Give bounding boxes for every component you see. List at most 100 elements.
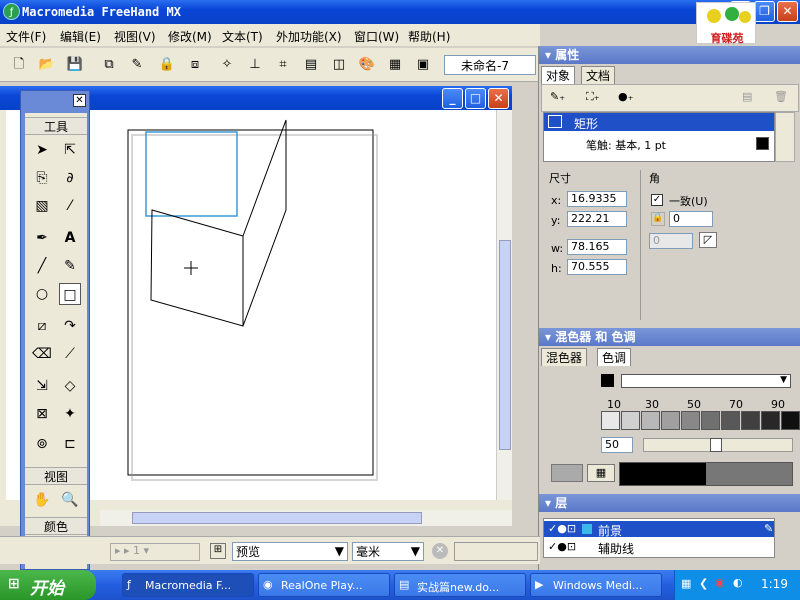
stroke-attribute[interactable]: 笔触: 基本, 1 pt [586,137,666,153]
tint-slider[interactable] [643,438,793,452]
tint-slider-thumb[interactable] [710,438,722,452]
page-tool-icon[interactable]: ⎘ [31,167,53,189]
export-icon[interactable]: ✎ [128,56,146,74]
vertical-scroll-thumb[interactable] [499,240,511,450]
tab-object[interactable]: 对象 [541,66,576,84]
library-icon[interactable]: ▤ [302,56,320,74]
swatch-grid-icon[interactable]: ▦ [587,464,615,482]
menu-modify[interactable]: 修改(M) [168,28,212,45]
pointer-tool-icon[interactable]: ➤ [31,139,53,161]
uniform-checkbox[interactable]: ✓ [651,194,663,206]
task-freehand[interactable]: ƒ Macromedia F... [122,573,254,597]
cancel-render-icon[interactable]: ✕ [432,543,448,559]
width-field[interactable]: 78.165 [567,239,627,255]
back-arrow-icon[interactable]: ❮ [699,577,708,590]
menu-file[interactable]: 文件(F) [6,28,46,45]
base-color-swatch[interactable] [601,374,614,387]
menu-text[interactable]: 文本(T) [222,28,263,45]
text-icon[interactable]: ⌗ [274,56,292,74]
tools-close-icon[interactable]: ✕ [73,94,86,107]
hand-tool-icon[interactable]: ✋ [31,489,53,511]
transform-icon[interactable]: ✧ [218,56,236,74]
swatches-icon[interactable]: ▣ [414,56,432,74]
lasso-tool-icon[interactable]: ∂ [59,167,81,189]
start-button[interactable]: ⊞ 开始 [0,570,96,600]
realplayer-tray-icon[interactable]: ◉ [715,576,725,589]
document-name-field[interactable]: 未命名-7 [444,55,536,75]
menu-xtras[interactable]: 外加功能(X) [276,28,342,45]
skew-tool-icon[interactable]: ⧄ [31,315,53,337]
view-mode-select[interactable]: 预览 ▼ [232,542,348,561]
layer-visible-check-icon[interactable]: ✓●⊡ [548,540,576,553]
layer-visible-check-icon[interactable]: ✓●⊡ [548,522,576,535]
tint-swatch[interactable] [601,411,620,430]
save-icon[interactable]: 💾 [66,56,84,74]
tab-document[interactable]: 文档 [581,66,616,84]
volume-icon[interactable]: ◐ [733,576,743,589]
color-select[interactable]: ▼ [621,374,791,388]
corner-lock-icon[interactable]: 🔒 [651,212,665,226]
keyboard-icon[interactable]: ▦ [681,577,691,590]
tint-swatch[interactable] [781,411,800,430]
task-windows-media[interactable]: ▶ Windows Medi... [530,573,662,597]
tint-swatch[interactable] [621,411,640,430]
align-icon[interactable]: ⊥ [246,56,264,74]
height-field[interactable]: 70.555 [567,259,627,275]
layer-row-foreground[interactable]: ✓●⊡ 前景 ✎ [544,521,774,538]
open-folder-icon[interactable]: 📂 [38,56,56,74]
page-selector[interactable]: ▸ ▸ 1 ▾ [110,543,200,561]
tint-swatch[interactable] [641,411,660,430]
trash-icon[interactable]: 🗑 [774,90,788,103]
restore-button[interactable]: ❐ [754,1,775,22]
tab-tints[interactable]: 色调 [597,348,632,366]
tint-swatch[interactable] [741,411,760,430]
menu-window[interactable]: 窗口(W) [354,28,399,45]
import-icon[interactable]: ⧉ [100,56,118,74]
scale-tool-icon[interactable]: ⇲ [31,375,53,397]
doc-minimize-button[interactable]: _ [442,88,463,109]
tint-value-field[interactable]: 50 [601,437,633,453]
lock-icon[interactable]: 🔒 [158,56,176,74]
properties-header[interactable]: ▾ 属性 [539,46,800,64]
connector-tool-icon[interactable]: ⊏ [59,433,81,455]
unit-select[interactable]: 毫米 ▼ [352,542,424,561]
new-file-icon[interactable]: 🗋 [10,56,28,74]
knife-tool-icon[interactable]: ⟋ [59,343,81,365]
mixer-header[interactable]: ▾ 混色器 和 色调 [539,328,800,346]
x-field[interactable]: 16.9335 [567,191,627,207]
menu-edit[interactable]: 编辑(E) [60,28,101,45]
color-palette-icon[interactable]: 🎨 [358,56,376,74]
fisheye-tool-icon[interactable]: ✦ [59,403,81,425]
doc-maximize-button[interactable]: □ [465,88,486,109]
object-list-scrollbar[interactable] [775,112,795,162]
blend-tool-icon[interactable]: ⊚ [31,433,53,455]
line-tool-icon[interactable]: ╱ [31,255,53,277]
tint-swatch[interactable] [681,411,700,430]
eraser-tool-icon[interactable]: ⌫ [31,343,53,365]
layer-pen-icon[interactable]: ✎ [764,522,773,535]
ellipse-tool-icon[interactable]: ○ [31,283,53,305]
freeform-tool-icon[interactable]: ↷ [59,315,81,337]
unlock-icon[interactable]: ⧈ [186,56,204,74]
subselect-tool-icon[interactable]: ⇱ [59,139,81,161]
layers-header[interactable]: ▾ 层 [539,494,800,512]
horizontal-scrollbar[interactable] [100,510,512,526]
grid-icon[interactable]: ▦ [386,56,404,74]
pencil-tool-icon[interactable]: ✎ [59,255,81,277]
doc-close-button[interactable]: ✕ [488,88,509,109]
graphic-hose-tool-icon[interactable]: ⊠ [31,403,53,425]
y-field[interactable]: 222.21 [567,211,627,227]
eyedropper-tool-icon[interactable]: ⁄ [59,195,81,217]
add-fill-icon[interactable]: ⛶₊ [586,90,600,104]
corner-radius-field[interactable]: 0 [669,211,713,227]
close-button[interactable]: ✕ [777,1,798,22]
layers-icon[interactable]: ◫ [330,56,348,74]
task-word-doc[interactable]: ▤ 实战篇new.do... [394,573,526,597]
trace-tool-icon[interactable]: ▧ [31,195,53,217]
menu-help[interactable]: 帮助(H) [408,28,450,45]
text-tool-icon[interactable]: A [59,227,81,249]
add-page-icon[interactable]: ⊞ [210,543,226,559]
horizontal-scroll-thumb[interactable] [132,512,422,524]
zoom-tool-icon[interactable]: 🔍 [59,489,81,511]
task-realone[interactable]: ◉ RealOne Play... [258,573,390,597]
